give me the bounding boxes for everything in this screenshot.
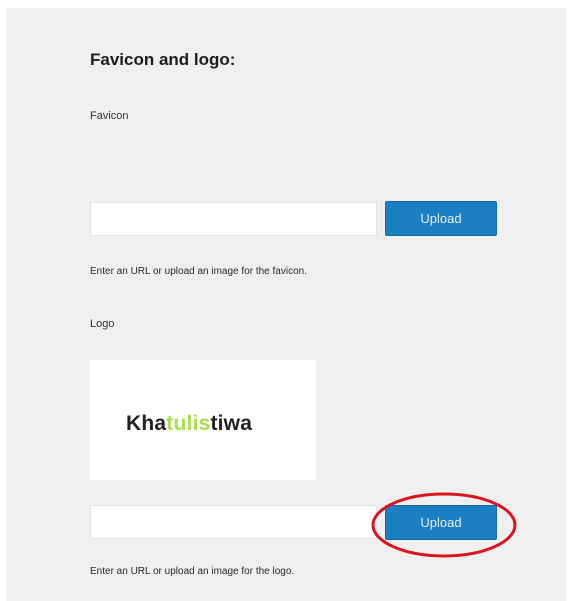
logo-image-text: Khatulistiwa [126, 412, 252, 436]
logo-url-input[interactable] [90, 505, 377, 539]
favicon-url-input[interactable] [90, 202, 377, 236]
logo-label: Logo [90, 318, 115, 330]
favicon-upload-button[interactable]: Upload [385, 201, 497, 236]
section-title: Favicon and logo: [90, 50, 236, 69]
logo-preview: Khatulistiwa [90, 360, 316, 480]
favicon-help-text: Enter an URL or upload an image for the … [90, 266, 307, 277]
logo-text-part1: Kha [126, 412, 167, 435]
favicon-label: Favicon [90, 110, 129, 122]
logo-upload-button[interactable]: Upload [385, 505, 497, 540]
logo-text-part3: tiwa [210, 412, 253, 435]
logo-text-part2: tulis [166, 412, 211, 435]
logo-help-text: Enter an URL or upload an image for the … [90, 566, 295, 577]
